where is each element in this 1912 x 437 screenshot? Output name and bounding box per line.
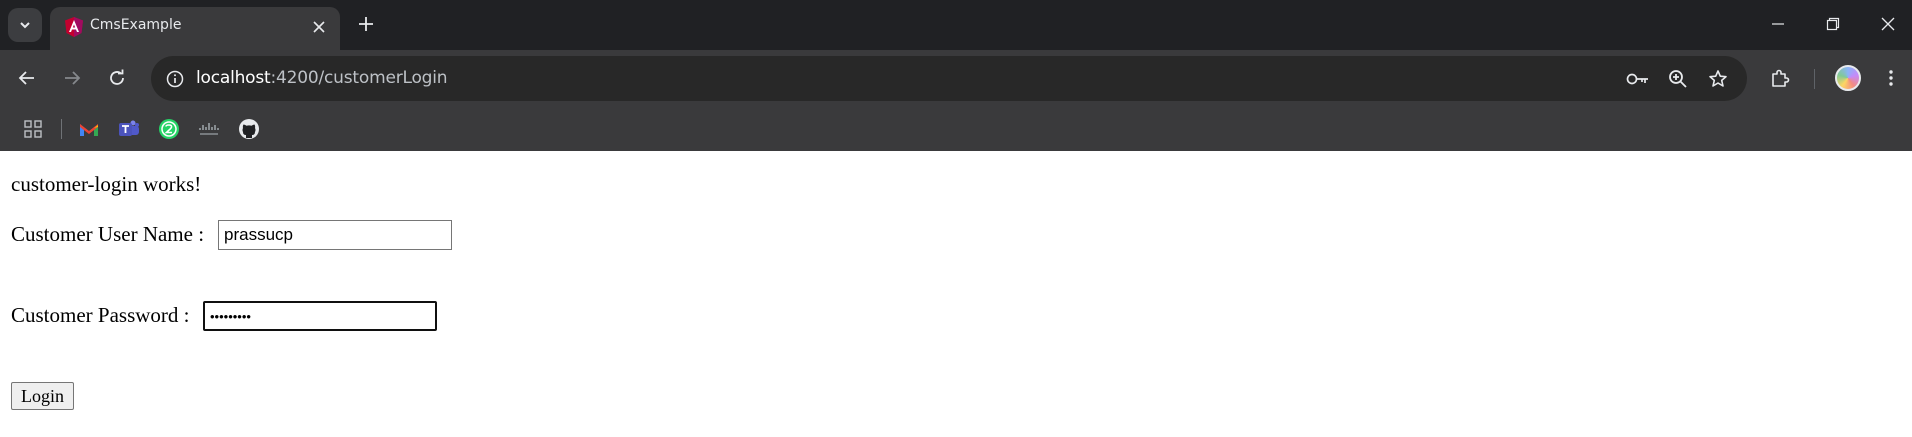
login-button[interactable]: Login (11, 382, 74, 410)
minimize-button[interactable] (1750, 0, 1806, 48)
teams-icon (119, 120, 139, 136)
info-icon (166, 70, 184, 88)
password-label: Customer Password : (11, 303, 190, 327)
username-label: Customer User Name : (11, 222, 205, 246)
forward-button[interactable] (55, 61, 89, 95)
restore-icon (1826, 17, 1840, 31)
apps-grid-icon (24, 120, 42, 138)
reload-icon (110, 69, 124, 85)
bookmark-github[interactable] (236, 116, 262, 142)
window-close-button[interactable] (1860, 0, 1912, 48)
site-info-button[interactable] (160, 64, 190, 94)
address-bar[interactable]: localhost:4200/customerLogin (151, 56, 1747, 101)
whatsapp-icon (159, 119, 179, 139)
back-button[interactable] (10, 61, 44, 95)
bookmark-teams[interactable] (116, 116, 142, 142)
gmail-icon (80, 123, 98, 136)
tab-active[interactable]: CmsExample (50, 7, 340, 50)
bookmarks-bar (0, 107, 1912, 151)
password-manager-button[interactable] (1623, 64, 1653, 94)
extensions-button[interactable] (1763, 61, 1797, 95)
new-tab-button[interactable] (352, 10, 380, 38)
url-host: localhost (196, 68, 271, 88)
tab-search-button[interactable] (8, 8, 42, 42)
bookmark-cisco[interactable] (196, 116, 222, 142)
plus-icon (359, 17, 373, 31)
restore-button[interactable] (1805, 0, 1861, 48)
menu-button[interactable] (1874, 61, 1908, 95)
minimize-icon (1772, 23, 1784, 25)
star-icon (1709, 70, 1727, 87)
zoom-button[interactable] (1663, 64, 1693, 94)
page-heading: customer-login works! (11, 172, 202, 196)
password-input[interactable] (203, 301, 437, 331)
profile-avatar[interactable] (1835, 65, 1861, 91)
arrow-right-icon (65, 71, 81, 85)
bookmark-gmail[interactable] (76, 116, 102, 142)
username-input[interactable] (218, 220, 452, 250)
zoom-in-icon (1669, 70, 1687, 88)
close-icon (313, 21, 325, 33)
toolbar-divider (1814, 69, 1815, 89)
bookmark-whatsapp[interactable] (156, 116, 182, 142)
cisco-icon (199, 123, 219, 135)
page-content: customer-login works! Customer User Name… (0, 151, 1912, 437)
tab-title: CmsExample (90, 17, 182, 33)
bookmark-star-button[interactable] (1703, 64, 1733, 94)
bookmarks-divider (61, 119, 62, 139)
browser-toolbar: localhost:4200/customerLogin (0, 50, 1912, 107)
key-icon (1626, 73, 1648, 85)
close-icon (1881, 17, 1895, 31)
angular-icon (65, 17, 83, 37)
url-text[interactable]: localhost:4200/customerLogin (196, 68, 448, 88)
tab-close-button[interactable] (308, 16, 330, 38)
apps-shortcut[interactable] (20, 116, 46, 142)
reload-button[interactable] (100, 61, 134, 95)
arrow-left-icon (18, 71, 34, 85)
url-path: :4200/customerLogin (270, 68, 448, 88)
github-icon (239, 119, 259, 139)
puzzle-icon (1772, 69, 1790, 87)
chevron-down-icon (20, 22, 30, 29)
tab-strip: CmsExample (0, 0, 1912, 50)
more-vertical-icon (1889, 70, 1893, 86)
